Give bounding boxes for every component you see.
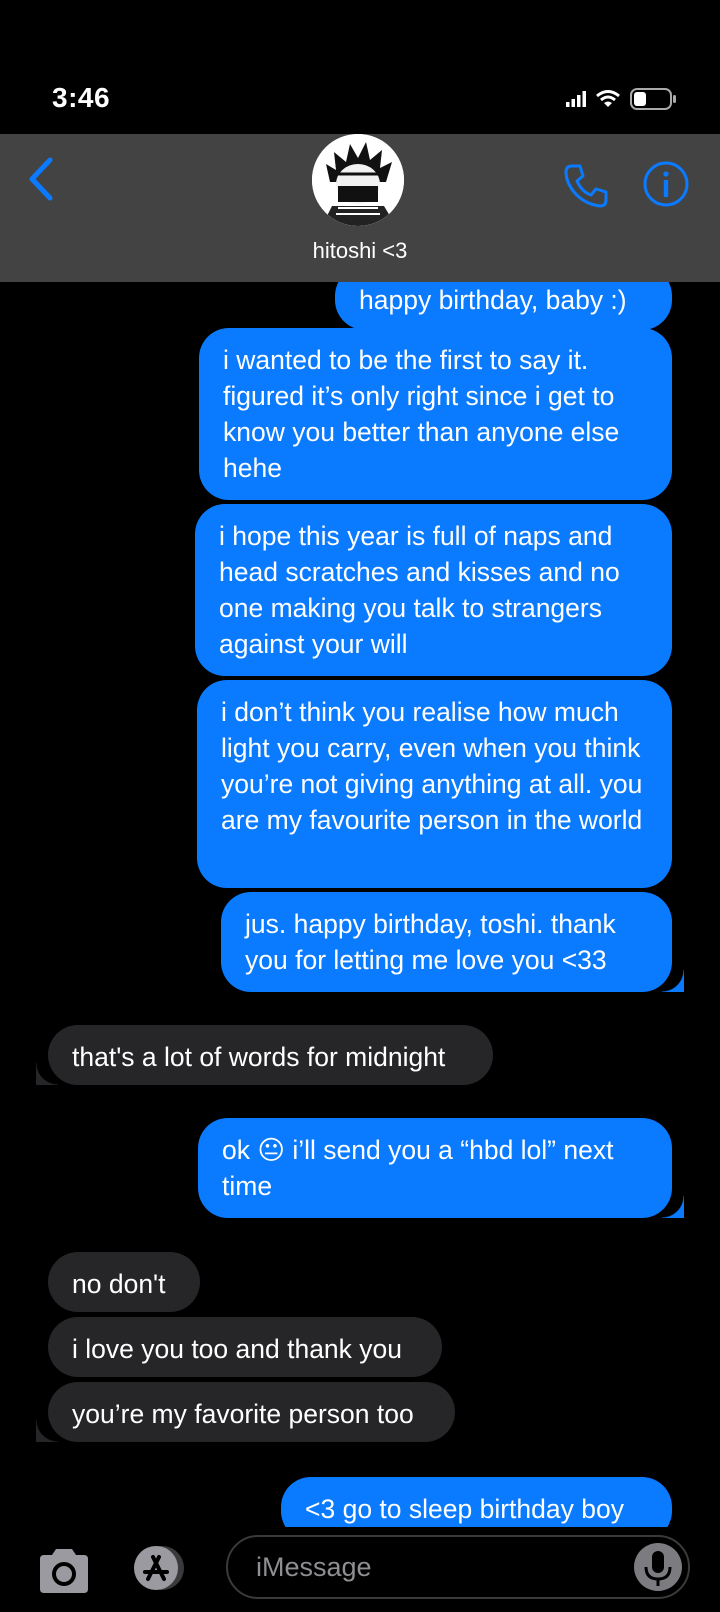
status-icons — [566, 88, 676, 110]
message-bubble-sent[interactable]: ok 😐 i’ll send you a “hbd lol” next time — [198, 1118, 684, 1218]
message-bubble-received[interactable]: i love you too and thank you — [48, 1317, 442, 1377]
chevron-left-icon — [29, 157, 53, 201]
message-bubble-received[interactable]: you’re my favorite person too — [36, 1382, 455, 1442]
message-input-placeholder: iMessage — [256, 1552, 372, 1582]
signal-icon — [566, 91, 586, 107]
microphone-icon — [644, 1551, 672, 1586]
dictation-button[interactable] — [634, 1543, 682, 1591]
conversation-header: hitoshi <3 — [0, 134, 720, 282]
contact-name[interactable]: hitoshi <3 — [0, 238, 720, 264]
message-bubble-sent[interactable]: i wanted to be the first to say it. figu… — [199, 328, 672, 500]
info-button[interactable] — [642, 160, 690, 213]
status-time: 3:46 — [52, 82, 111, 113]
message-bubble-sent[interactable]: <3 go to sleep birthday boy — [281, 1477, 672, 1527]
contact-avatar[interactable] — [312, 134, 404, 226]
message-bubble-sent[interactable]: i hope this year is full of naps and hea… — [195, 504, 672, 676]
message-bubble-received[interactable]: that's a lot of words for midnight — [36, 1025, 493, 1085]
phone-icon — [564, 164, 608, 208]
back-button[interactable] — [26, 156, 56, 207]
message-bubble-sent[interactable]: happy birthday, baby :) — [335, 282, 672, 330]
message-bubble-sent[interactable]: i don’t think you realise how much light… — [197, 680, 672, 888]
status-bar: 3:46 — [0, 0, 720, 134]
message-bubble-received[interactable]: no don't — [48, 1252, 200, 1312]
camera-icon — [40, 1549, 88, 1593]
avatar-image — [312, 134, 404, 226]
camera-button[interactable] — [36, 1545, 92, 1600]
app-store-icon — [134, 1546, 184, 1590]
app-store-button[interactable] — [128, 1543, 192, 1598]
compose-bar: iMessage — [0, 1527, 720, 1612]
battery-icon — [630, 88, 676, 110]
wifi-icon — [596, 90, 620, 107]
message-input[interactable]: iMessage — [226, 1535, 690, 1599]
info-icon — [643, 161, 689, 207]
message-bubble-sent[interactable]: jus. happy birthday, toshi. thank you fo… — [221, 892, 684, 992]
message-thread[interactable]: happy birthday, baby :) i wanted to be t… — [0, 282, 720, 1527]
call-button[interactable] — [562, 162, 610, 215]
